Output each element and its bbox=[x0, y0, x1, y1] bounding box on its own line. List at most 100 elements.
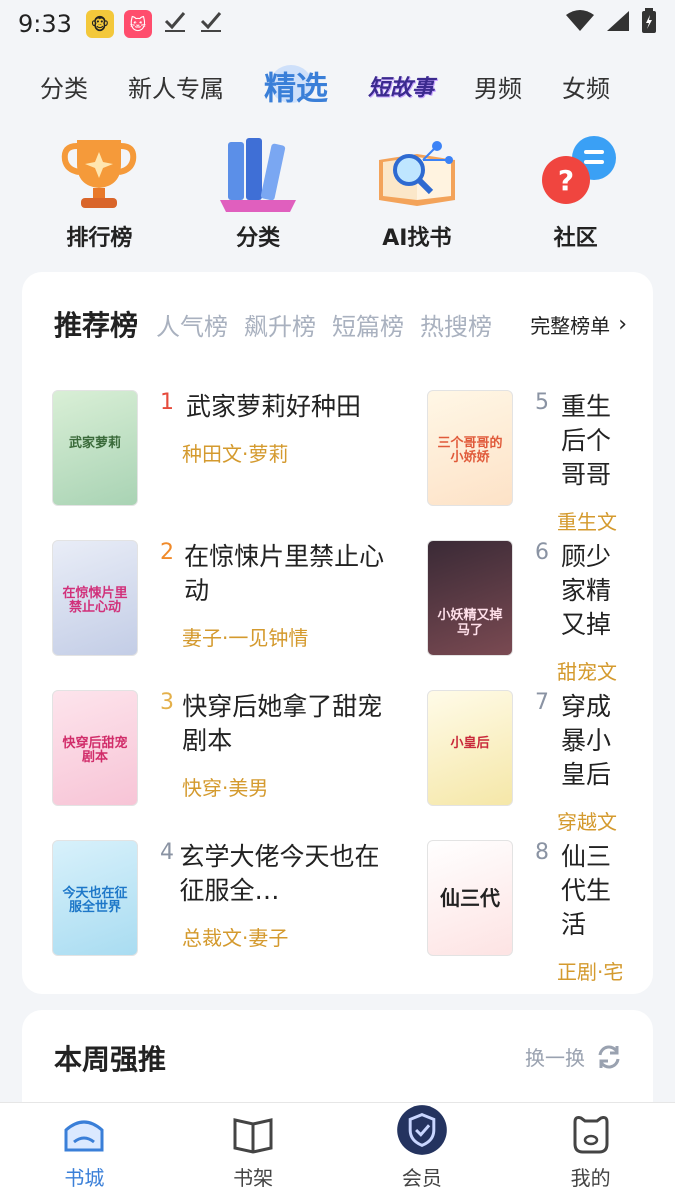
signal-icon bbox=[605, 9, 631, 39]
full-rank-label: 完整榜单 bbox=[530, 313, 611, 338]
rank-number: 1 bbox=[160, 390, 174, 415]
book-title: 武家萝莉好种田 bbox=[186, 392, 362, 421]
book-tags: 穿越文 bbox=[557, 810, 617, 834]
nav-label: 我的 bbox=[570, 1166, 611, 1190]
download-done-icon bbox=[162, 8, 188, 40]
rank-tabs: 人气榜 飙升榜 短篇榜 热搜榜 bbox=[156, 307, 506, 342]
cover-title: 快穿后甜宠剧本 bbox=[62, 735, 128, 765]
refresh-label: 换一换 bbox=[525, 1046, 585, 1070]
book-title: 快穿后她拿了甜宠剧本 bbox=[182, 692, 383, 755]
tab-male[interactable]: 男频 bbox=[474, 69, 522, 104]
rank-item[interactable]: 三个哥哥的小娇娇 5 重生后个哥哥 重生文 bbox=[427, 390, 653, 534]
quick-entry-ai-search[interactable]: AI找书 bbox=[357, 130, 477, 260]
book-cover: 仙三代 bbox=[427, 840, 513, 956]
book-title: 穿成暴小皇后 bbox=[561, 692, 612, 789]
status-bar: 9:33 🐵 🐱 bbox=[0, 0, 675, 48]
tab-short-story[interactable]: 短故事 bbox=[368, 70, 434, 102]
book-cover: 今天也在征服全世界 bbox=[52, 840, 138, 956]
cover-title: 武家萝莉 bbox=[68, 435, 121, 451]
quick-entry-community[interactable]: ? 社区 bbox=[516, 130, 636, 260]
rank-number: 4 bbox=[160, 840, 174, 865]
svg-text:?: ? bbox=[558, 164, 574, 197]
rank-number: 6 bbox=[535, 540, 549, 565]
book-tags: 甜宠文 bbox=[557, 660, 617, 684]
book-cover: 三个哥哥的小娇娇 bbox=[427, 390, 513, 506]
cover-title: 小皇后 bbox=[450, 735, 490, 751]
ai-search-icon bbox=[378, 141, 455, 206]
quick-entry-label: 分类 bbox=[236, 226, 281, 251]
book-title: 顾少家精又掉 bbox=[561, 542, 612, 639]
cover-title: 在惊悚片里禁止心动 bbox=[62, 585, 128, 615]
book-title: 在惊悚片里禁止心动 bbox=[184, 542, 385, 605]
nav-bookstore[interactable]: 书城 bbox=[29, 1112, 139, 1191]
rank-item[interactable]: 小妖精又掉马了 6 顾少家精又掉 甜宠文 bbox=[427, 540, 653, 684]
rank-item[interactable]: 在惊悚片里禁止心动 2 在惊悚片里禁止心动 妻子·一见钟情 bbox=[52, 540, 432, 658]
nav-bookshelf[interactable]: 书架 bbox=[198, 1112, 308, 1191]
book-cover: 在惊悚片里禁止心动 bbox=[52, 540, 138, 656]
refresh-button[interactable]: 换一换 bbox=[525, 1042, 623, 1071]
quick-entry-category[interactable]: 分类 bbox=[198, 130, 318, 260]
chevron-right-icon: › bbox=[618, 311, 627, 337]
rank-item[interactable]: 今天也在征服全世界 4 玄学大佬今天也在征服全… 总裁文·妻子 bbox=[52, 840, 432, 958]
nav-profile[interactable]: 我的 bbox=[536, 1112, 646, 1191]
rank-number: 5 bbox=[535, 390, 549, 415]
books-icon bbox=[220, 138, 297, 212]
bottom-navigation: 书城 书架 会员 我的 bbox=[0, 1102, 675, 1200]
bookshelf-icon bbox=[233, 1118, 273, 1154]
quick-entry-label: AI找书 bbox=[382, 226, 452, 251]
bookstore-icon bbox=[64, 1120, 104, 1152]
rank-title: 推荐榜 bbox=[54, 309, 139, 342]
book-cover: 武家萝莉 bbox=[52, 390, 138, 506]
recommend-rank-card: 推荐榜 人气榜 飙升榜 短篇榜 热搜榜 完整榜单 › 武家萝莉 1 武家萝莉好种田… bbox=[22, 272, 653, 994]
tab-female[interactable]: 女频 bbox=[562, 69, 610, 104]
rank-item[interactable]: 小皇后 7 穿成暴小皇后 穿越文 bbox=[427, 690, 653, 834]
nav-label: 书架 bbox=[233, 1166, 274, 1190]
rank-item[interactable]: 武家萝莉 1 武家萝莉好种田 种田文·萝莉 bbox=[52, 390, 432, 508]
rank-tab-short[interactable]: 短篇榜 bbox=[332, 307, 404, 342]
rank-tab-hot-search[interactable]: 热搜榜 bbox=[420, 307, 492, 342]
cover-title: 仙三代 bbox=[440, 885, 500, 910]
book-tags: 种田文·萝莉 bbox=[182, 442, 289, 466]
rank-tab-popular[interactable]: 人气榜 bbox=[156, 307, 228, 342]
rank-number: 7 bbox=[535, 690, 549, 715]
full-rank-link[interactable]: 完整榜单 › bbox=[530, 310, 627, 339]
rank-tab-rising[interactable]: 飙升榜 bbox=[244, 307, 316, 342]
cover-title: 三个哥哥的小娇娇 bbox=[437, 435, 503, 465]
top-category-tabs: 分类 新人专属 精选 短故事 男频 女频 bbox=[0, 58, 675, 114]
quick-entry-ranking[interactable]: 排行榜 bbox=[39, 130, 159, 260]
book-title: 仙三代生活 bbox=[561, 842, 612, 939]
book-tags: 妻子·一见钟情 bbox=[182, 626, 309, 650]
profile-icon bbox=[573, 1116, 609, 1154]
quick-entry-label: 排行榜 bbox=[66, 226, 133, 251]
tab-featured[interactable]: 精选 bbox=[264, 63, 328, 109]
weekly-title: 本周强推 bbox=[54, 1043, 167, 1076]
book-cover: 快穿后甜宠剧本 bbox=[52, 690, 138, 806]
tab-category[interactable]: 分类 bbox=[40, 69, 88, 104]
download-done-icon-2 bbox=[198, 8, 224, 40]
book-title: 重生后个哥哥 bbox=[561, 392, 612, 489]
trophy-icon bbox=[62, 140, 137, 208]
refresh-icon bbox=[598, 1045, 620, 1068]
book-cover: 小皇后 bbox=[427, 690, 513, 806]
rank-number: 2 bbox=[160, 540, 174, 565]
battery-icon bbox=[641, 8, 657, 40]
book-tags: 总裁文·妻子 bbox=[182, 926, 289, 950]
book-tags: 快穿·美男 bbox=[182, 776, 269, 800]
nav-vip[interactable]: 会员 bbox=[367, 1105, 477, 1191]
app-notification-icon: 🐵 bbox=[85, 10, 114, 38]
quick-entry-row: 排行榜 分类 AI找书 ? 社区 bbox=[0, 130, 675, 260]
cover-title: 小妖精又掉马了 bbox=[437, 608, 503, 638]
rank-item[interactable]: 仙三代 8 仙三代生活 正剧·宅 bbox=[427, 840, 653, 984]
rank-number: 8 bbox=[535, 840, 549, 865]
status-time: 9:33 bbox=[18, 10, 72, 38]
book-title: 玄学大佬今天也在征服全… bbox=[179, 842, 380, 905]
rank-header: 推荐榜 人气榜 飙升榜 短篇榜 热搜榜 完整榜单 › bbox=[54, 302, 627, 346]
book-tags: 重生文 bbox=[557, 510, 617, 534]
tab-newcomer[interactable]: 新人专属 bbox=[128, 69, 224, 104]
nav-label: 书城 bbox=[64, 1166, 105, 1190]
rank-item[interactable]: 快穿后甜宠剧本 3 快穿后她拿了甜宠剧本 快穿·美男 bbox=[52, 690, 432, 808]
quick-entry-label: 社区 bbox=[553, 226, 598, 251]
book-tags: 正剧·宅 bbox=[557, 960, 624, 984]
wifi-icon bbox=[565, 9, 595, 39]
chat-bubbles-icon: ? bbox=[541, 136, 616, 204]
